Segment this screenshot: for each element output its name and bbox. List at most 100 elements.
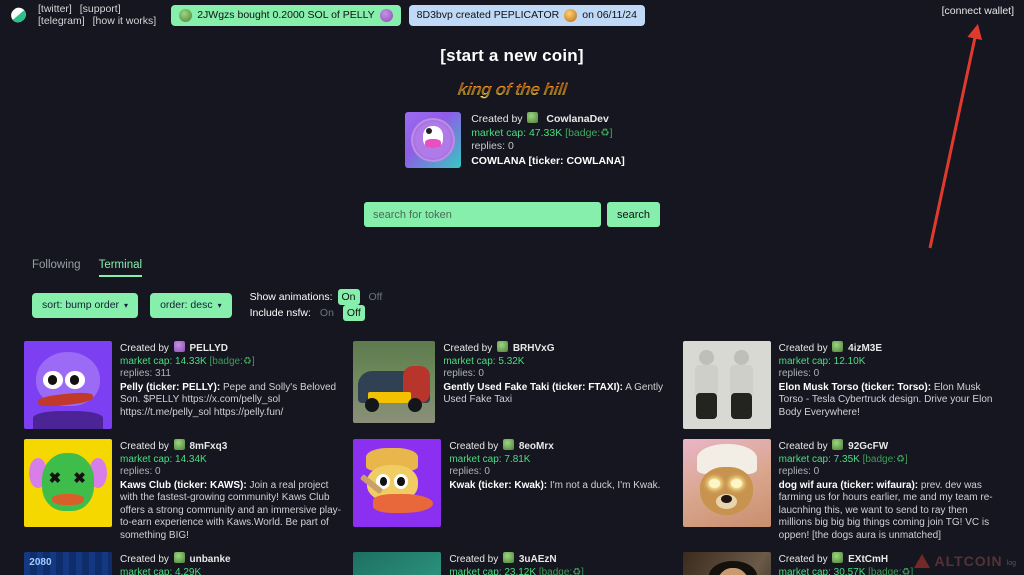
created-by-label: Created by bbox=[449, 554, 499, 565]
coin-creator[interactable]: 8mFxq3 bbox=[189, 441, 227, 452]
ticker-created-date: on 06/11/24 bbox=[582, 9, 637, 21]
live-ticker: 2JWgzs bought 0.2000 SOL of PELLY 8D3bvp… bbox=[171, 4, 645, 26]
coin-created-by: Created by unbanke bbox=[120, 552, 341, 567]
include-nsfw-label: Include nsfw: bbox=[249, 307, 311, 319]
coin-info: Created by 92GcFW market cap: 7.35K [bad… bbox=[779, 439, 1000, 542]
coin-thumbnail bbox=[682, 341, 771, 429]
coin-market-cap: market cap: 30.57K bbox=[778, 566, 866, 575]
purple-avatar-icon bbox=[379, 8, 393, 22]
coin-card[interactable]: Created by BRHVxG market cap: 5.32K repl… bbox=[353, 341, 670, 429]
coin-card[interactable]: 2080 Created by unbanke market cap: 4.29… bbox=[24, 552, 341, 575]
coin-creator[interactable]: EXtCmH bbox=[848, 554, 888, 565]
coin-title: Kaws Club (ticker: KAWS): bbox=[120, 479, 247, 491]
coin-card[interactable]: ✖ ✖ Created by 8mFxq3 market cap: 14.34K … bbox=[24, 439, 341, 542]
coin-badge: [badge:♻] bbox=[209, 355, 255, 367]
coin-market-cap-row: market cap: 14.34K bbox=[120, 454, 341, 467]
coin-market-cap-row: market cap: 4.29K bbox=[120, 567, 341, 575]
coin-created-by: Created by 3uAEzN bbox=[449, 552, 670, 567]
created-by-label: Created by bbox=[449, 441, 499, 452]
coin-desc-text: I'm not a duck, I'm Kwak. bbox=[547, 479, 661, 491]
green-avatar-icon bbox=[832, 439, 844, 450]
nav-link-telegram[interactable]: [telegram] bbox=[38, 15, 85, 27]
coin-card[interactable]: Created by 92GcFW market cap: 7.35K [bad… bbox=[682, 439, 1000, 542]
chevron-down-icon: ▾ bbox=[124, 300, 129, 310]
filter-bar: sort: bump order ▾ order: desc ▾ Show an… bbox=[0, 289, 1024, 321]
green-avatar-icon bbox=[179, 8, 193, 22]
green-avatar-icon bbox=[832, 552, 844, 563]
coin-info: Created by BRHVxG market cap: 5.32K repl… bbox=[443, 341, 670, 407]
nav-link-how-it-works[interactable]: [how it works] bbox=[93, 15, 157, 27]
coin-title: dog wif aura (ticker: wifaura): bbox=[778, 479, 919, 491]
koth-coin-meta: Created by CowlanaDev market cap: 47.33K… bbox=[471, 112, 625, 168]
green-avatar-icon bbox=[173, 439, 185, 450]
start-new-coin-link[interactable]: [start a new coin] bbox=[0, 46, 1024, 66]
coin-thumbnail bbox=[24, 341, 112, 429]
coin-market-cap: market cap: 23.12K bbox=[449, 566, 537, 575]
coin-replies: replies: 0 bbox=[449, 466, 490, 477]
coin-market-cap-row: market cap: 23.12K [badge:♻] bbox=[449, 567, 670, 575]
coin-thumbnail: 2080 bbox=[24, 552, 112, 575]
coin-creator[interactable]: 4izM3E bbox=[848, 343, 882, 354]
coin-created-by: Created by 4izM3E bbox=[779, 341, 1000, 356]
koth-badge: [badge:♻] bbox=[565, 126, 613, 139]
created-by-label: Created by bbox=[120, 343, 169, 354]
sort-dropdown-label: sort: bump order bbox=[42, 299, 120, 311]
coin-creator[interactable]: 92GcFW bbox=[848, 441, 888, 452]
search-row: search bbox=[0, 202, 1024, 227]
tab-terminal[interactable]: Terminal bbox=[98, 259, 143, 277]
include-nsfw-on[interactable]: On bbox=[316, 305, 338, 321]
order-dropdown[interactable]: order: desc ▾ bbox=[150, 292, 232, 318]
koth-coin-name: COWLANA [ticker: COWLANA] bbox=[471, 154, 625, 167]
coin-market-cap: market cap: 7.35K bbox=[778, 453, 860, 465]
coin-card[interactable]: Created by PELLYD market cap: 14.33K [ba… bbox=[24, 341, 341, 429]
coin-thumbnail bbox=[353, 439, 442, 527]
koth-creator-name[interactable]: CowlanaDev bbox=[546, 113, 608, 125]
green-avatar-icon bbox=[497, 341, 509, 352]
coin-creator[interactable]: BRHVxG bbox=[513, 343, 555, 354]
coin-market-cap: market cap: 7.81K bbox=[449, 453, 531, 465]
show-animations-off[interactable]: Off bbox=[365, 289, 387, 305]
hero-section: [start a new coin] king of the hill Crea… bbox=[0, 46, 1024, 168]
created-by-label: Created by bbox=[778, 441, 828, 452]
nav-links: [twitter] [support] [telegram] [how it w… bbox=[38, 3, 161, 27]
show-animations-on[interactable]: On bbox=[337, 289, 360, 305]
nav-link-twitter[interactable]: [twitter] bbox=[38, 3, 72, 15]
coin-badge: [badge:♻] bbox=[868, 566, 914, 575]
king-of-the-hill-card[interactable]: Created by CowlanaDev market cap: 47.33K… bbox=[0, 112, 1024, 168]
ticker-item-buy[interactable]: 2JWgzs bought 0.2000 SOL of PELLY bbox=[171, 4, 401, 26]
koth-created-by-label: Created by bbox=[471, 113, 523, 125]
coin-description: dog wif aura (ticker: wifaura): prev. de… bbox=[779, 480, 1000, 543]
ticker-item-created[interactable]: 8D3bvp created PEPLICATOR on 06/11/24 bbox=[408, 4, 645, 26]
search-button[interactable]: search bbox=[606, 202, 661, 227]
search-input[interactable] bbox=[363, 202, 601, 227]
coin-market-cap-row: market cap: 7.35K [badge:♻] bbox=[779, 454, 1000, 467]
show-animations-toggle: Show animations: On Off bbox=[250, 289, 387, 305]
coin-title: Kwak (ticker: Kwak): bbox=[449, 479, 548, 491]
page-root: [twitter] [support] [telegram] [how it w… bbox=[0, 0, 1024, 575]
connect-wallet-button[interactable]: [connect wallet] bbox=[942, 5, 1014, 17]
coin-thumbnail bbox=[353, 341, 436, 423]
coin-creator[interactable]: unbanke bbox=[189, 554, 230, 565]
coin-thumbnail: ✖ ✖ bbox=[24, 439, 112, 527]
coin-thumbnail bbox=[682, 552, 771, 575]
sort-dropdown[interactable]: sort: bump order ▾ bbox=[32, 292, 139, 318]
coin-creator[interactable]: 8eoMrx bbox=[519, 441, 554, 452]
orange-avatar-icon bbox=[564, 8, 578, 22]
coin-creator[interactable]: PELLYD bbox=[189, 343, 228, 354]
coin-card[interactable]: Created by 3uAEzN market cap: 23.12K [ba… bbox=[353, 552, 670, 575]
nav-link-support[interactable]: [support] bbox=[80, 3, 121, 15]
coin-card[interactable]: Created by 8eoMrx market cap: 7.81K repl… bbox=[353, 439, 670, 542]
coin-card[interactable]: Created by 4izM3E market cap: 12.10K rep… bbox=[682, 341, 1000, 429]
coin-market-cap: market cap: 12.10K bbox=[778, 355, 866, 367]
coin-market-cap: market cap: 4.29K bbox=[120, 566, 202, 575]
green-avatar-icon bbox=[527, 112, 539, 123]
coin-info: Created by 8mFxq3 market cap: 14.34K rep… bbox=[120, 439, 341, 542]
coin-replies: replies: 0 bbox=[778, 368, 820, 379]
include-nsfw-off[interactable]: Off bbox=[342, 305, 365, 321]
chevron-down-icon: ▾ bbox=[217, 300, 222, 310]
pill-logo-icon[interactable] bbox=[8, 4, 30, 26]
coin-creator[interactable]: 3uAEzN bbox=[519, 554, 557, 565]
coin-description: Kaws Club (ticker: KAWS): Join a real pr… bbox=[120, 480, 341, 543]
coin-info: Created by 3uAEzN market cap: 23.12K [ba… bbox=[449, 552, 670, 575]
tab-following[interactable]: Following bbox=[32, 259, 81, 277]
